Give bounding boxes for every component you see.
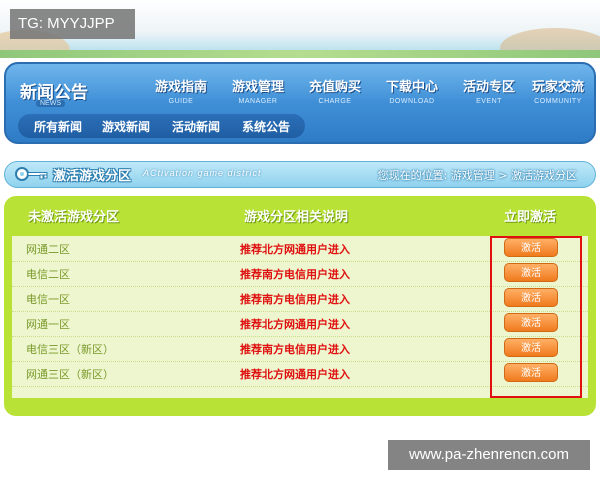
subnav-all-news[interactable]: 所有新闻	[34, 118, 82, 135]
page-subtitle: ACtivation game district	[143, 168, 262, 178]
nav-item-charge[interactable]: 充值购买 CHARGE	[298, 76, 372, 105]
site-watermark: www.pa-zhenrencn.com	[388, 440, 590, 470]
zone-name: 电信一区	[26, 293, 70, 306]
nav-item-label: 活动专区	[462, 80, 515, 95]
news-logo-sub: NEWS	[36, 100, 65, 107]
subnav-system-notice[interactable]: 系统公告	[242, 118, 290, 135]
news-subnav: 所有新闻 游戏新闻 活动新闻 系统公告	[18, 114, 305, 138]
nav-item-label: 下载中心	[385, 80, 438, 95]
nav-item-download[interactable]: 下载中心 DOWNLOAD	[375, 76, 449, 105]
nav-item-label: 充值购买	[308, 80, 361, 95]
nav-item-label: 玩家交流	[531, 80, 584, 95]
zone-name: 网通一区	[26, 318, 70, 331]
nav-item-sublabel: COMMUNITY	[534, 98, 582, 105]
nav-item-sublabel: DOWNLOAD	[389, 98, 435, 105]
main-navbar: 新闻公告 NEWS 游戏指南 GUIDE 游戏管理 MANAGER 充值购买 C…	[4, 62, 596, 144]
zone-name: 电信三区（新区）	[26, 343, 114, 356]
section-title-bar: 激活游戏分区 ACtivation game district 您现在的位置: …	[4, 161, 596, 188]
zone-name: 网通三区（新区）	[26, 368, 114, 381]
header-inactive-zones: 未激活游戏分区	[28, 210, 120, 225]
header-activate-now: 立即激活	[504, 210, 557, 225]
zone-description: 推荐北方网通用户进入	[240, 243, 350, 256]
nav-item-sublabel: GUIDE	[168, 98, 194, 105]
key-icon	[15, 167, 48, 181]
page-title: 激活游戏分区	[53, 169, 132, 184]
nav-item-sublabel: CHARGE	[318, 98, 352, 105]
nav-item-guide[interactable]: 游戏指南 GUIDE	[144, 76, 218, 105]
breadcrumb[interactable]: 您现在的位置: 游戏管理 > 激活游戏分区	[378, 167, 577, 183]
banner-grass-strip	[0, 50, 600, 58]
nav-item-sublabel: MANAGER	[238, 98, 278, 105]
zone-description: 推荐北方网通用户进入	[240, 318, 350, 331]
subnav-event-news[interactable]: 活动新闻	[172, 118, 220, 135]
tg-overlay-label: TG: MYYJJPP	[10, 9, 135, 39]
zone-description: 推荐南方电信用户进入	[240, 293, 350, 306]
nav-item-sublabel: EVENT	[476, 98, 502, 105]
zone-name: 网通二区	[26, 243, 70, 256]
nav-item-label: 游戏管理	[231, 80, 284, 95]
header-zone-description: 游戏分区相关说明	[244, 210, 349, 225]
zone-name: 电信二区	[26, 268, 70, 281]
nav-item-manager[interactable]: 游戏管理 MANAGER	[221, 76, 295, 105]
zone-description: 推荐北方网通用户进入	[240, 368, 350, 381]
nav-item-event[interactable]: 活动专区 EVENT	[452, 76, 526, 105]
zone-description: 推荐南方电信用户进入	[240, 343, 350, 356]
nav-item-label: 游戏指南	[154, 80, 207, 95]
activate-buttons-highlight	[490, 236, 582, 398]
subnav-game-news[interactable]: 游戏新闻	[102, 118, 150, 135]
zone-description: 推荐南方电信用户进入	[240, 268, 350, 281]
nav-item-community[interactable]: 玩家交流 COMMUNITY	[521, 76, 595, 105]
